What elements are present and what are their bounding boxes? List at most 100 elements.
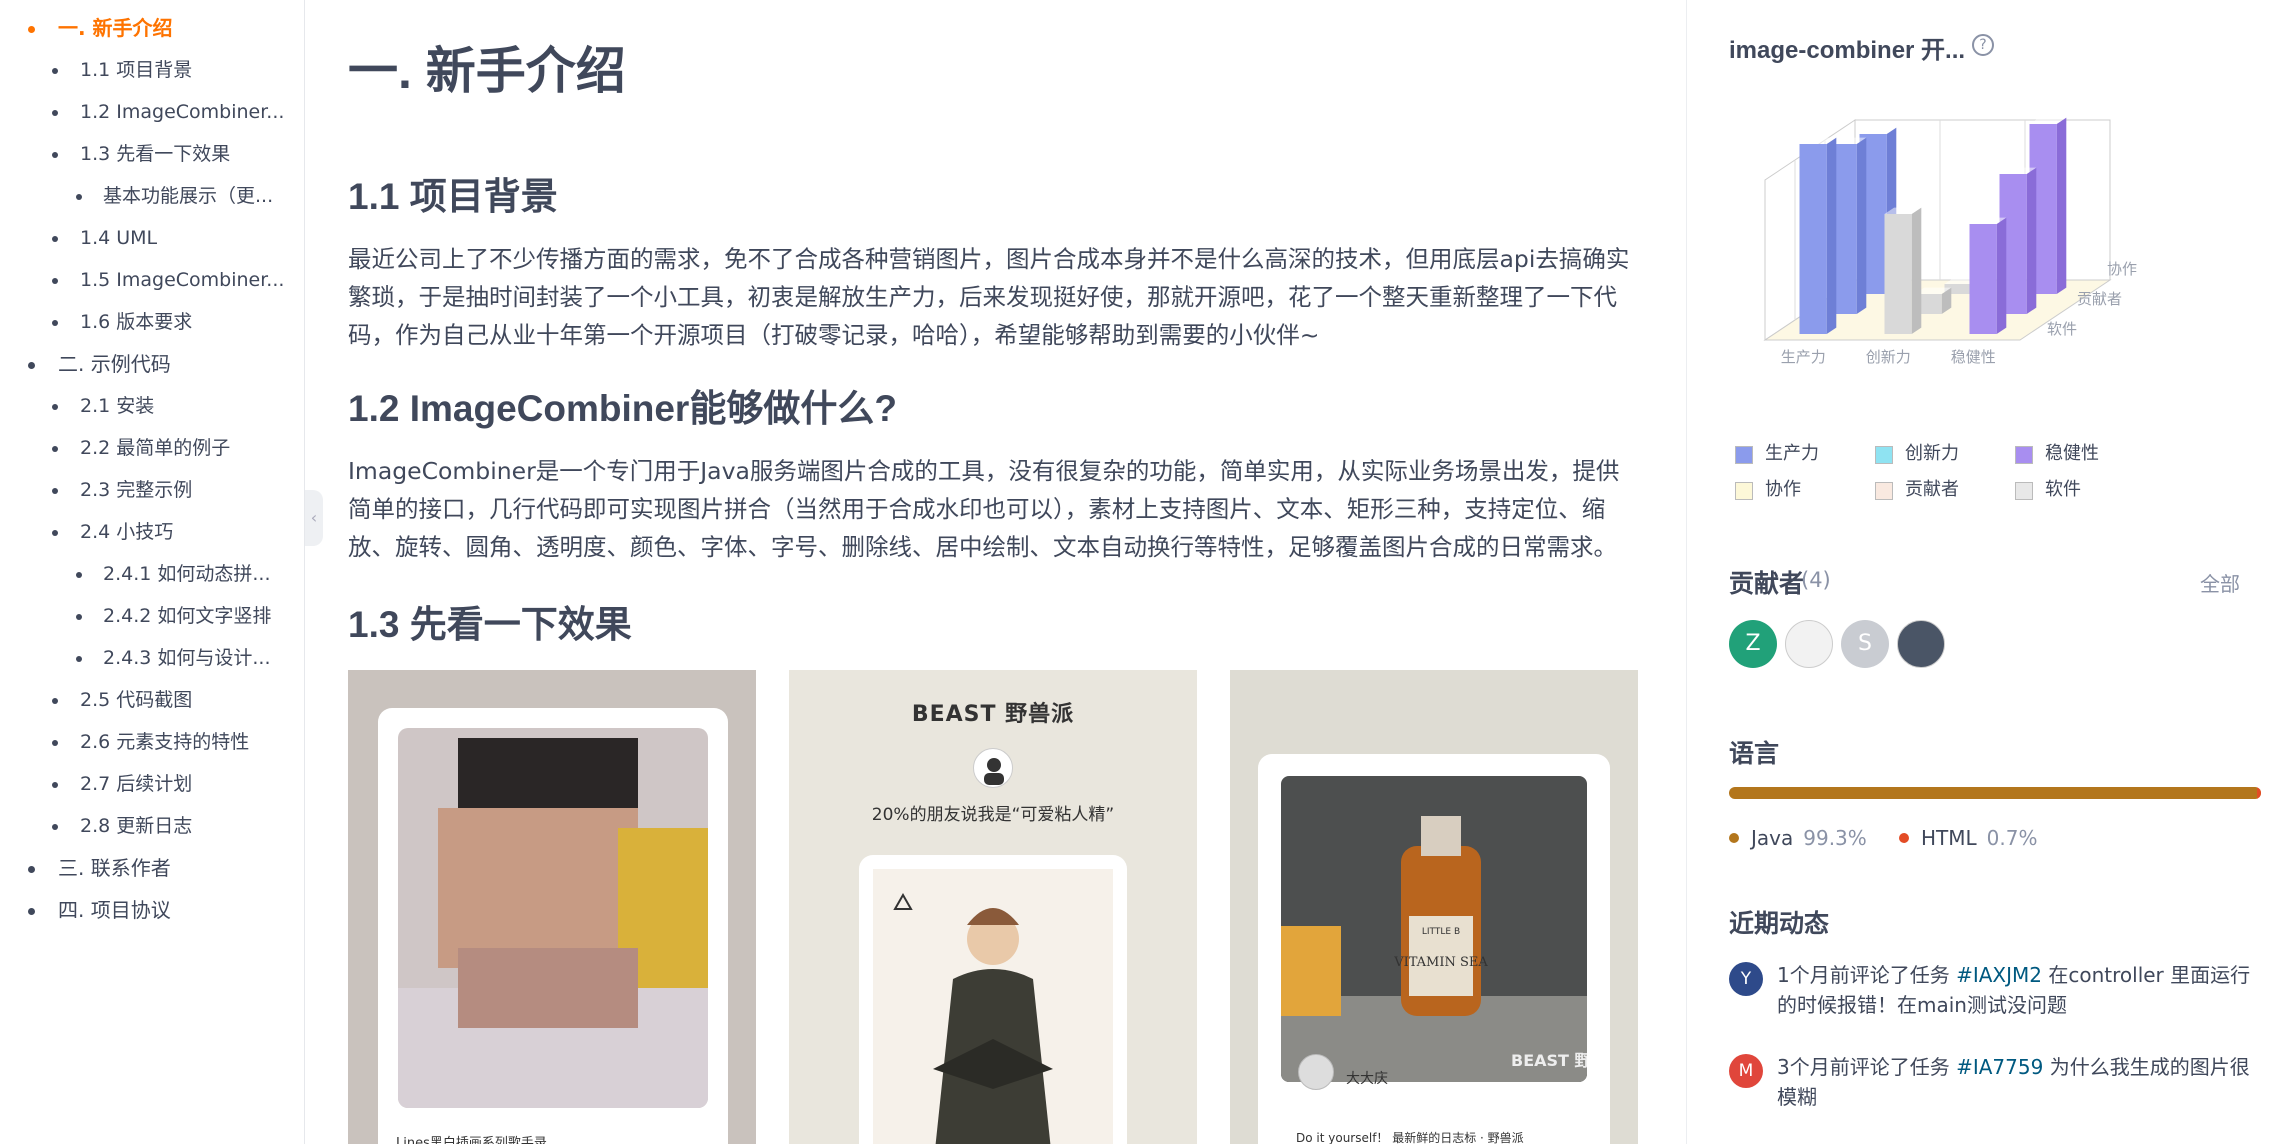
bullet-icon — [52, 68, 58, 74]
toc-item-label: 1.2 ImageCombiner... — [80, 101, 285, 123]
legend-item: 稳健性 — [2015, 436, 2155, 472]
help-icon[interactable]: ? — [1972, 34, 1994, 56]
activity-item: M 3个月前评论了任务 #IA7759 为什么我生成的图片很模糊 — [1729, 1052, 2259, 1112]
bullet-icon — [52, 404, 58, 410]
toc-item[interactable]: 2.4 小技巧 — [0, 516, 304, 558]
legend-label: 生产力 — [1765, 443, 1819, 464]
activity-avatar[interactable]: M — [1729, 1054, 1763, 1088]
contributor-avatar[interactable] — [1897, 620, 1945, 668]
bullet-icon — [76, 614, 82, 620]
legend-label: 创新力 — [1905, 443, 1959, 464]
chart-legend: 生产力 创新力 稳健性 协作 贡献者 软件 — [1735, 436, 2195, 508]
chart-bar-side — [1826, 137, 1837, 334]
bullet-icon — [52, 782, 58, 788]
language-bar — [1729, 787, 2261, 799]
chart-bar-side — [2056, 117, 2067, 294]
toc-item[interactable]: 四. 项目协议 — [0, 894, 304, 936]
contributor-avatar[interactable] — [1785, 620, 1833, 668]
toc-item[interactable]: 2.3 完整示例 — [0, 474, 304, 516]
chart-x-label: 稳健性 — [1951, 348, 1996, 366]
background-paragraph: 最近公司上了不少传播方面的需求，免不了合成各种营销图片，图片合成本身并不是什么高… — [348, 245, 1630, 349]
activity-avatar[interactable]: Y — [1729, 962, 1763, 996]
toc-item[interactable]: 2.6 元素支持的特性 — [0, 726, 304, 768]
toc-item-label: 2.3 完整示例 — [80, 479, 193, 501]
illustration — [873, 869, 1113, 1144]
issue-link[interactable]: #IAXJM2 — [1956, 963, 2042, 987]
legend-item: 协作 — [1735, 472, 1875, 508]
poster-caption: Lines黑白插画系列歌手录 — [396, 1136, 547, 1144]
toc-item[interactable]: 二. 示例代码 — [0, 348, 304, 390]
toc-item[interactable]: 2.4.3 如何与设计... — [0, 642, 304, 684]
poster-avatar — [973, 748, 1013, 788]
recent-activity-title: 近期动态 — [1729, 910, 1830, 938]
legend-item: 贡献者 — [1875, 472, 2015, 508]
bullet-icon — [52, 824, 58, 830]
toc-item-label: 2.6 元素支持的特性 — [80, 731, 250, 753]
preview-image-1: Lines黑白插画系列歌手录 — [348, 670, 756, 1144]
poster-card: Lines黑白插画系列歌手录 — [378, 708, 728, 1144]
toc-item[interactable]: 三. 联系作者 — [0, 852, 304, 894]
legend-swatch — [1875, 482, 1893, 500]
chart-y-label: 软件 — [2047, 320, 2077, 338]
bullet-icon — [52, 320, 58, 326]
toc-item[interactable]: 一. 新手介绍 — [0, 12, 304, 54]
bullet-icon — [52, 236, 58, 242]
toc-item-label: 2.5 代码截图 — [80, 689, 193, 711]
toc-item-label: 三. 联系作者 — [58, 856, 171, 880]
toc-item[interactable]: 2.4.2 如何文字竖排 — [0, 600, 304, 642]
bottle-label-name: VITAMIN SEA — [1393, 955, 1488, 970]
toc-item[interactable]: 1.4 UML — [0, 222, 304, 264]
contributors-count: (4) — [1801, 568, 1831, 592]
page-title: 一. 新手介绍 — [348, 43, 626, 99]
toc-item[interactable]: 2.7 后续计划 — [0, 768, 304, 810]
language-percent: 0.7% — [1986, 826, 2038, 850]
poster-brand: BEAST 野兽派 — [911, 702, 1075, 727]
toc-item[interactable]: 2.1 安装 — [0, 390, 304, 432]
bullet-icon — [28, 26, 35, 33]
contributor-avatar[interactable]: S — [1841, 620, 1889, 668]
bullet-icon — [76, 656, 82, 662]
repo-info-sidebar: image-combiner 开... ? 生产力 创新力 稳健性 协作 贡献者 软件 生… — [1686, 0, 2276, 1144]
person-icon — [984, 758, 1004, 785]
language-percent: 99.3% — [1803, 826, 1867, 850]
toc-item[interactable]: 1.6 版本要求 — [0, 306, 304, 348]
toc-item-label: 2.8 更新日志 — [80, 815, 193, 837]
chart-bar-side — [1856, 137, 1867, 314]
activity-text: 1个月前评论了任务 #IAXJM2 在controller 里面运行的时候报错！… — [1777, 960, 2259, 1020]
bullet-icon — [52, 110, 58, 116]
chart-bar — [1884, 214, 1912, 334]
language-bar-html — [2257, 787, 2261, 799]
toc-item[interactable]: 1.3 先看一下效果 — [0, 138, 304, 180]
watermark-brand: BEAST 野兽派 — [1511, 1051, 1587, 1070]
legend-label: 稳健性 — [2045, 443, 2099, 464]
poster-quote: 20%的朋友说我是“可爱粘人精” — [871, 805, 1115, 825]
toc-item[interactable]: 2.2 最简单的例子 — [0, 432, 304, 474]
toc-item[interactable]: 2.4.1 如何动态拼... — [0, 558, 304, 600]
contributors-all-link[interactable]: 全部 — [2200, 568, 2240, 597]
toc-item[interactable]: 2.8 更新日志 — [0, 810, 304, 852]
legend-swatch — [1735, 482, 1753, 500]
toc-item-label: 2.4 小技巧 — [80, 521, 174, 543]
activity-text: 3个月前评论了任务 #IA7759 为什么我生成的图片很模糊 — [1777, 1052, 2259, 1112]
toc-item-label: 四. 项目协议 — [58, 898, 171, 922]
language-title: 语言 — [1729, 740, 1780, 768]
toc-item[interactable]: 1.2 ImageCombiner... — [0, 96, 304, 138]
toc-item[interactable]: 1.1 项目背景 — [0, 54, 304, 96]
contributor-avatar[interactable]: Z — [1729, 620, 1777, 668]
toc-item[interactable]: 基本功能展示（更... — [0, 180, 304, 222]
section-heading-preview: 1.3 先看一下效果 — [348, 604, 632, 645]
toc-item[interactable]: 1.5 ImageCombiner... — [0, 264, 304, 306]
issue-link[interactable]: #IA7759 — [1956, 1055, 2043, 1079]
toc-collapse-handle[interactable]: ‹ — [305, 490, 323, 546]
chart-bar-side — [1911, 207, 1922, 334]
bullet-icon — [52, 740, 58, 746]
legend-item: 创新力 — [1875, 436, 2015, 472]
poster-card — [859, 855, 1127, 1144]
pixelated-photo — [398, 728, 708, 1108]
bullet-icon — [52, 278, 58, 284]
bullet-icon — [52, 446, 58, 452]
bullet-icon — [52, 530, 58, 536]
toc-item[interactable]: 2.5 代码截图 — [0, 684, 304, 726]
activity-prefix: 1个月前评论了任务 — [1777, 963, 1957, 987]
contributors-title: 贡献者 — [1729, 570, 1805, 598]
